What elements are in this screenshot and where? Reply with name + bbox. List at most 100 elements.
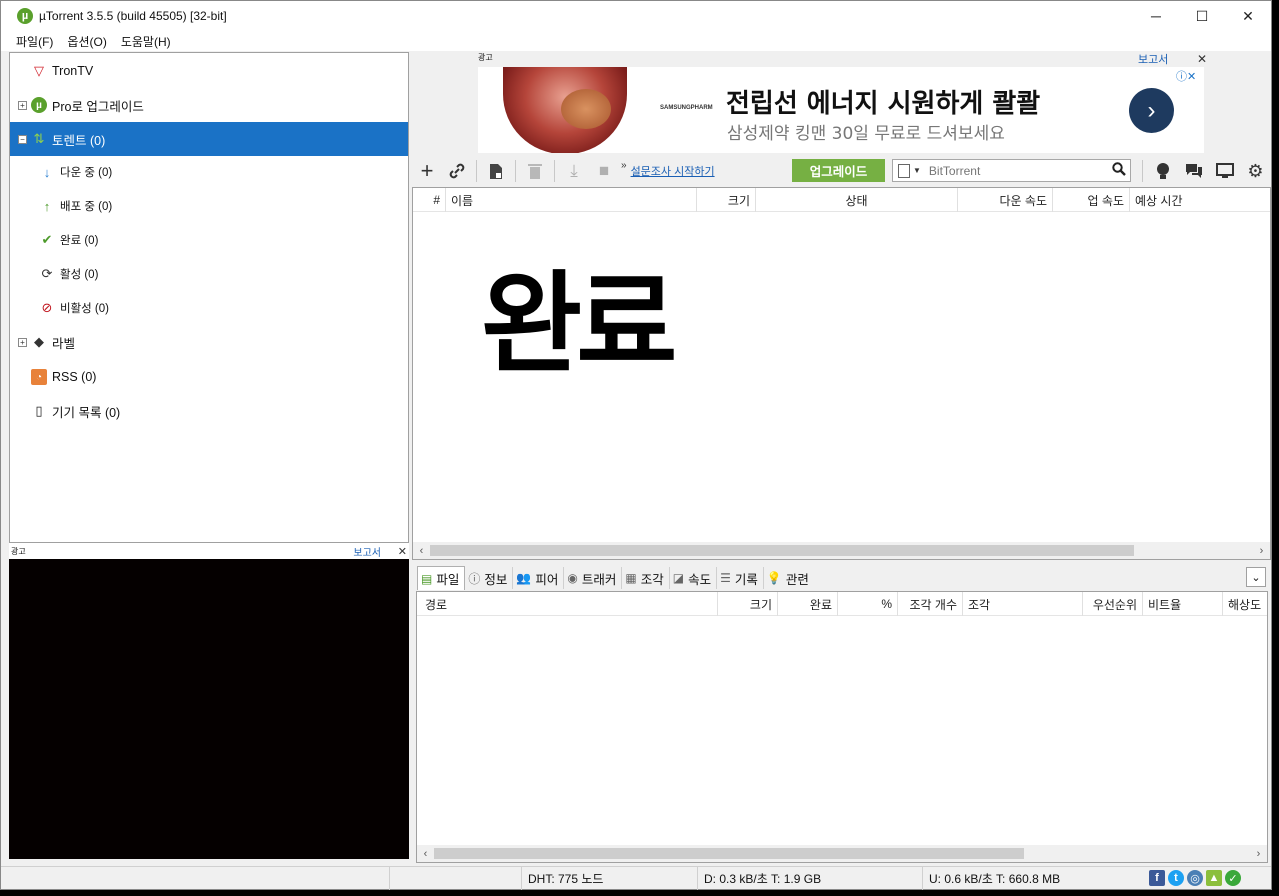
tab-speed[interactable]: ◪ 속도	[670, 567, 718, 589]
minimize-button[interactable]: ─	[1133, 1, 1179, 31]
search-provider-icon[interactable]	[898, 163, 910, 178]
collapse-icon[interactable]: −	[18, 134, 27, 144]
sidebar-item-trontv[interactable]: ▽ TronTV	[10, 56, 408, 86]
scroll-right-icon[interactable]: ›	[1253, 542, 1270, 559]
col-up-speed[interactable]: 업 속도	[1053, 188, 1130, 212]
torrent-list-header: # 이름 크기 상태 다운 속도 업 속도 예상 시간	[413, 188, 1270, 212]
network-ok-icon[interactable]: ✓	[1225, 870, 1241, 886]
sidebar-item-completed[interactable]: ✔ 완료 (0)	[10, 225, 408, 255]
search-box[interactable]: ▼	[892, 159, 1131, 182]
sidebar-item-rss[interactable]: ◔ RSS (0)	[10, 362, 408, 392]
left-ad-close-button[interactable]: ✕	[398, 545, 407, 558]
col-pieces[interactable]: 조각	[963, 592, 1083, 616]
tab-pieces[interactable]: ▦ 조각	[622, 567, 670, 589]
collapse-panel-button[interactable]: ⌄	[1246, 567, 1266, 587]
close-button[interactable]: ✕	[1225, 1, 1271, 31]
ad-info-icon[interactable]: ⓘ✕	[1176, 68, 1196, 84]
file-list-header: 경로 크기 완료 % 조각 개수 조각 우선순위 비트율 해상도	[417, 592, 1267, 616]
more-icon[interactable]: »	[621, 160, 627, 171]
tab-peers[interactable]: 👥 피어	[513, 567, 565, 589]
facebook-icon[interactable]: f	[1149, 870, 1165, 886]
sidebar-item-inactive[interactable]: ⊘ 비활성 (0)	[10, 293, 408, 323]
utorrent-logo-icon: µ	[17, 8, 33, 24]
add-link-button[interactable]	[442, 157, 472, 185]
toolbar-right: ⚙	[1138, 156, 1271, 186]
globe-icon[interactable]: ◎	[1187, 870, 1203, 886]
start-button[interactable]: ⤓	[559, 157, 589, 185]
ad-arrow-icon[interactable]: ›	[1129, 88, 1174, 133]
col-status[interactable]: 상태	[756, 188, 958, 212]
col-name[interactable]: 이름	[446, 188, 697, 212]
top-ad-report-link[interactable]: 보고서	[1138, 51, 1168, 67]
col-down-speed[interactable]: 다운 속도	[958, 188, 1053, 212]
col-size[interactable]: 크기	[697, 188, 756, 212]
col-file-size[interactable]: 크기	[718, 592, 778, 616]
chevron-down-icon[interactable]: ▼	[913, 166, 921, 175]
remote-screen-icon[interactable]	[1209, 157, 1240, 185]
menu-options[interactable]: 옵션(O)	[60, 33, 113, 50]
col-resolution[interactable]: 해상도	[1223, 592, 1267, 616]
col-eta[interactable]: 예상 시간	[1130, 188, 1270, 212]
horizontal-scrollbar[interactable]: ‹ ›	[413, 542, 1270, 559]
scroll-left-icon[interactable]: ‹	[413, 542, 430, 559]
left-ad-bar: 광고 보고서 ✕	[9, 543, 409, 559]
torrent-list[interactable]: # 이름 크기 상태 다운 속도 업 속도 예상 시간 완료 ‹ ›	[412, 187, 1271, 560]
create-torrent-button[interactable]	[481, 157, 511, 185]
android-icon[interactable]: ▲	[1206, 870, 1222, 886]
top-ad-close-button[interactable]: ✕	[1197, 52, 1207, 66]
left-ad-area[interactable]	[9, 559, 409, 859]
col-done[interactable]: 완료	[778, 592, 838, 616]
menu-file[interactable]: 파일(F)	[9, 33, 60, 50]
lightbulb-icon[interactable]	[1147, 157, 1178, 185]
rss-icon: ◔	[31, 369, 47, 385]
col-percent[interactable]: %	[838, 592, 898, 616]
chat-icon[interactable]	[1178, 157, 1209, 185]
sidebar-item-seeding[interactable]: ↑ 배포 중 (0)	[10, 191, 408, 221]
stop-button[interactable]: ■	[589, 157, 619, 185]
tab-related[interactable]: 💡 관련	[764, 567, 814, 589]
file-list-scrollbar[interactable]: ‹ ›	[417, 845, 1267, 862]
add-torrent-button[interactable]: +	[412, 157, 442, 185]
expand-icon[interactable]: +	[18, 100, 27, 110]
link-icon	[449, 163, 465, 179]
sidebar-item-active[interactable]: ⟳ 활성 (0)	[10, 259, 408, 289]
download-status[interactable]: D: 0.3 kB/초 T: 1.9 GB	[697, 867, 922, 890]
toolbar: + ⤓ ■ » 설문조사 시작하기 업그레이드 ▼ BitTorrent ⚙	[412, 156, 1271, 186]
upload-status[interactable]: U: 0.6 kB/초 T: 660.8 MB	[922, 867, 1150, 890]
left-ad-report-link[interactable]: 보고서	[353, 544, 381, 559]
maximize-button[interactable]: ☐	[1179, 1, 1225, 31]
menu-help[interactable]: 도움말(H)	[114, 33, 178, 50]
twitter-icon[interactable]: t	[1168, 870, 1184, 886]
tab-log[interactable]: ☰ 기록	[717, 567, 764, 589]
remove-button[interactable]	[520, 157, 550, 185]
window-title: µTorrent 3.5.5 (build 45505) [32-bit]	[39, 9, 227, 23]
col-number[interactable]: #	[413, 188, 446, 212]
tab-info[interactable]: ⓘ 정보	[465, 567, 514, 589]
expand-icon[interactable]: +	[18, 337, 27, 347]
upgrade-button[interactable]: 업그레이드	[792, 159, 885, 182]
gear-icon[interactable]: ⚙	[1240, 157, 1271, 185]
scroll-thumb[interactable]	[434, 848, 1024, 859]
sidebar-item-labels[interactable]: + ◆ 라벨	[10, 327, 408, 357]
sidebar-item-pro[interactable]: + µ Pro로 업그레이드	[10, 90, 408, 120]
sidebar-item-devices[interactable]: ▯ 기기 목록 (0)	[10, 396, 408, 426]
scroll-thumb[interactable]	[430, 545, 1134, 556]
top-ad-banner[interactable]: SAMSUNGPHARM 전립선 에너지 시원하게 콸콸 삼성제약 킹맨 30일…	[478, 67, 1204, 153]
col-bitrate[interactable]: 비트율	[1143, 592, 1223, 616]
survey-link[interactable]: 설문조사 시작하기	[631, 163, 715, 179]
tab-files[interactable]: ▤ 파일	[417, 566, 466, 590]
search-input[interactable]	[928, 163, 1099, 178]
col-piece-count[interactable]: 조각 개수	[898, 592, 963, 616]
col-priority[interactable]: 우선순위	[1083, 592, 1143, 616]
scroll-left-icon[interactable]: ‹	[417, 845, 434, 862]
title-bar: µ µTorrent 3.5.5 (build 45505) [32-bit] …	[1, 1, 1271, 31]
sidebar-item-torrents[interactable]: − ⇅ 토렌트 (0)	[10, 122, 408, 156]
tab-trackers[interactable]: ◉ 트래커	[564, 567, 623, 589]
file-list[interactable]: 경로 크기 완료 % 조각 개수 조각 우선순위 비트율 해상도 ‹ ›	[416, 591, 1268, 863]
sidebar-item-downloading[interactable]: ↓ 다운 중 (0)	[10, 157, 408, 187]
search-icon[interactable]	[1112, 162, 1126, 179]
checkmark-icon: ✔	[41, 232, 53, 247]
col-path[interactable]: 경로	[417, 592, 718, 616]
scroll-right-icon[interactable]: ›	[1250, 845, 1267, 862]
new-file-icon	[490, 163, 502, 179]
